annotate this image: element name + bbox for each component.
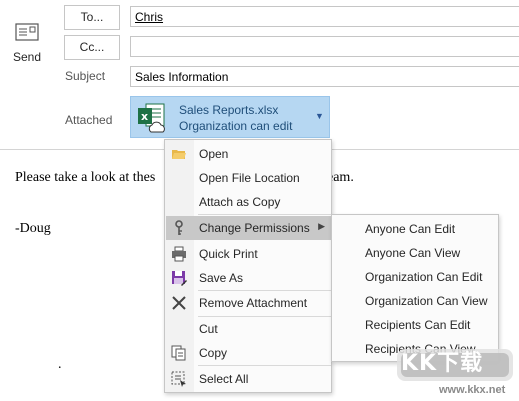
subject-field[interactable]: Sales Information [130,66,519,87]
menu-item-copy[interactable]: Copy [166,341,331,365]
attachment-card[interactable]: x Sales Reports.xlsx Organization can ed… [130,96,330,138]
submenu-item-anyone-can-edit[interactable]: Anyone Can Edit [333,217,498,241]
menu-item-save-as[interactable]: Save As [166,266,331,290]
select-all-icon [171,371,186,387]
menu-item-change-permissions[interactable]: Change Permissions ▶ [166,216,331,240]
message-body-line[interactable]: Please take a look at thes eam. [15,170,354,186]
menu-item-remove-attachment[interactable]: Remove Attachment [166,291,331,315]
watermark-text: KK下载 [401,351,484,376]
save-as-icon [172,271,187,286]
attachment-context-menu: Open Open File Location Attach as Copy C… [164,139,332,393]
copy-icon [171,345,186,361]
key-icon [175,220,183,235]
subject-label: Subject [65,69,106,83]
message-body-dot: . [58,357,62,372]
cc-field[interactable] [130,36,519,57]
attachment-file-name: Sales Reports.xlsx [179,103,279,117]
compose-header: Send To... Chris Cc... Subject Sales Inf… [0,0,519,150]
excel-cloud-icon: x [138,103,165,133]
menu-item-cut[interactable]: Cut [166,317,331,341]
menu-separator [198,365,331,366]
menu-item-attach-as-copy[interactable]: Attach as Copy [166,190,331,214]
permissions-submenu: Anyone Can Edit Anyone Can View Organiza… [331,214,499,362]
to-field[interactable]: Chris [130,6,519,27]
message-signature[interactable]: -Doug [15,221,51,237]
printer-icon [172,246,186,262]
menu-item-select-all[interactable]: Select All [166,367,331,391]
attachment-permission: Organization can edit [179,119,293,133]
submenu-item-anyone-can-view[interactable]: Anyone Can View [333,241,498,265]
submenu-item-organization-can-view[interactable]: Organization Can View [333,289,498,313]
folder-open-icon [172,150,186,159]
send-envelope-icon [15,23,39,41]
menu-separator [198,214,331,215]
svg-text:x: x [141,110,148,123]
message-text-start: Please take a look at thes [15,170,156,185]
menu-item-open[interactable]: Open [166,142,331,166]
menu-item-quick-print[interactable]: Quick Print [166,242,331,266]
watermark-url: www.kkx.net [439,384,506,396]
x-icon [172,296,186,310]
menu-item-open-file-location[interactable]: Open File Location [166,166,331,190]
submenu-arrow-icon: ▶ [318,221,325,231]
attached-label: Attached [65,113,113,127]
to-button[interactable]: To... [64,5,120,30]
to-recipient[interactable]: Chris [135,10,163,24]
site-watermark: KK下载 www.kkx.net [395,345,519,401]
send-label: Send [12,50,42,64]
submenu-item-recipients-can-edit[interactable]: Recipients Can Edit [333,313,498,337]
attachment-dropdown-icon[interactable]: ▼ [315,111,324,121]
cc-button[interactable]: Cc... [64,35,120,60]
submenu-item-organization-can-edit[interactable]: Organization Can Edit [333,265,498,289]
send-button[interactable]: Send [4,4,50,74]
